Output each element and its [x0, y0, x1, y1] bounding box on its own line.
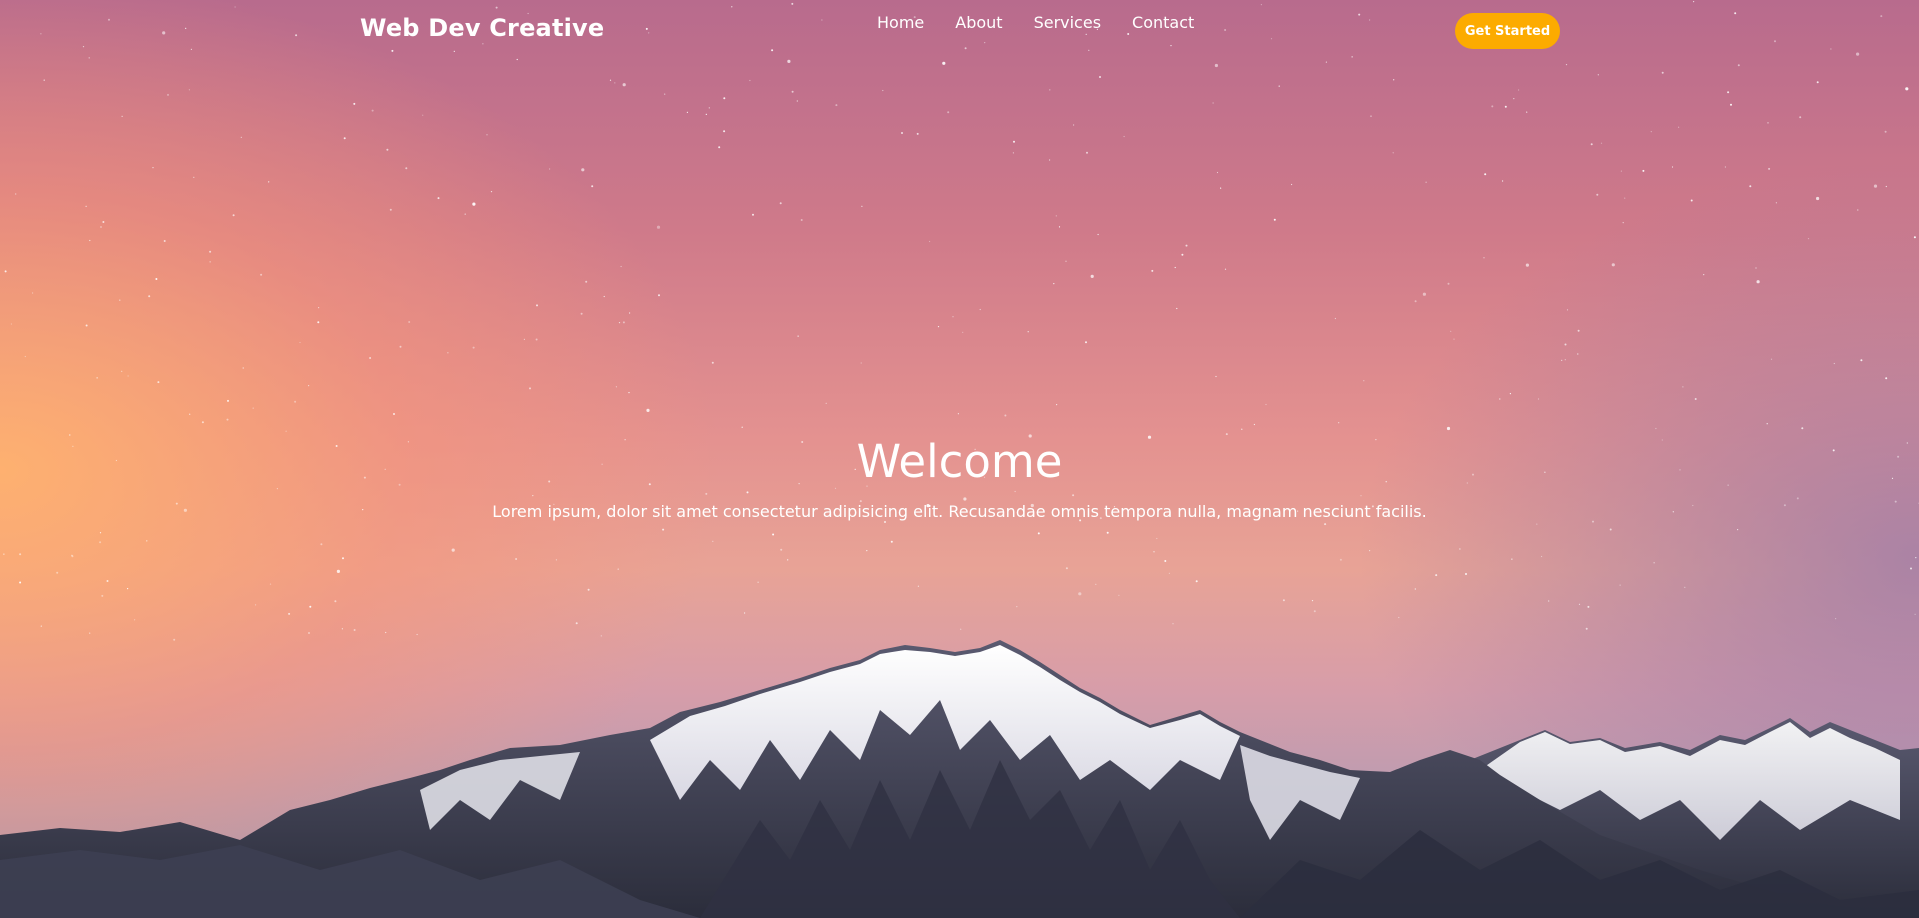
hero-content: Welcome Lorem ipsum, dolor sit amet cons…: [0, 432, 1919, 523]
hero-subtitle: Lorem ipsum, dolor sit amet consectetur …: [492, 502, 1427, 521]
nav-item: About: [955, 13, 1033, 32]
nav-link-services[interactable]: Services: [1034, 13, 1101, 32]
brand-logo[interactable]: Web Dev Creative: [360, 14, 604, 42]
hero-title: Welcome: [856, 435, 1063, 488]
get-started-button[interactable]: Get Started: [1455, 13, 1560, 49]
nav-link-about[interactable]: About: [955, 13, 1002, 32]
top-navbar: Web Dev Creative Home About Services Con…: [0, 0, 1919, 60]
hero-section: Web Dev Creative Home About Services Con…: [0, 0, 1919, 918]
nav-link-home[interactable]: Home: [877, 13, 924, 32]
nav-link-contact[interactable]: Contact: [1132, 13, 1194, 32]
nav-item: Home: [877, 13, 955, 32]
nav-item: Services: [1034, 13, 1132, 32]
nav-links: Home About Services Contact: [877, 13, 1194, 32]
nav-item: Contact: [1132, 13, 1194, 32]
